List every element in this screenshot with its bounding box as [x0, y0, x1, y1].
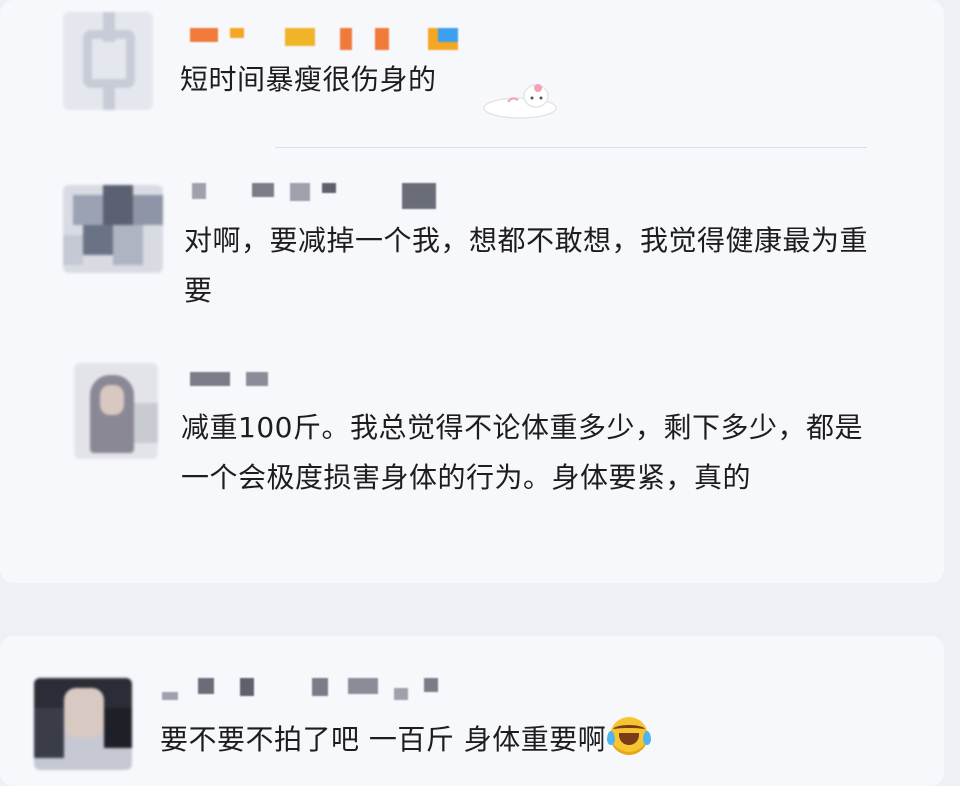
username-blurred[interactable]: [190, 28, 465, 50]
cat-sticker-icon: [478, 74, 558, 124]
avatar[interactable]: [63, 185, 163, 273]
comment-text: 减重100斤。我总觉得不论体重多少，剩下多少，都是一个会极度损害身体的行为。身体…: [181, 411, 863, 494]
avatar[interactable]: [34, 678, 132, 770]
laughing-crying-emoji-icon: [607, 717, 652, 755]
avatar[interactable]: [74, 363, 158, 459]
comment-text: 对啊，要减掉一个我，想都不敢想，我觉得健康最为重要: [184, 224, 869, 307]
comment-item: 对啊，要减掉一个我，想都不敢想，我觉得健康最为重要: [0, 165, 944, 335]
username-blurred[interactable]: [162, 678, 452, 700]
comment-text: 短时间暴瘦很伤身的: [180, 63, 437, 96]
avatar[interactable]: [63, 12, 153, 110]
divider: [275, 147, 867, 148]
username-blurred[interactable]: [190, 372, 290, 394]
comment-text-content: 要不要不拍了吧 一百斤 身体重要啊: [160, 723, 607, 756]
username-blurred[interactable]: [192, 183, 452, 209]
comment-item: 短时间暴瘦很伤身的: [0, 0, 944, 147]
comment-text: 要不要不拍了吧 一百斤 身体重要啊: [160, 715, 860, 765]
comment-item: 要不要不拍了吧 一百斤 身体重要啊: [0, 660, 944, 771]
comment-item: 减重100斤。我总觉得不论体重多少，剩下多少，都是一个会极度损害身体的行为。身体…: [0, 355, 944, 565]
